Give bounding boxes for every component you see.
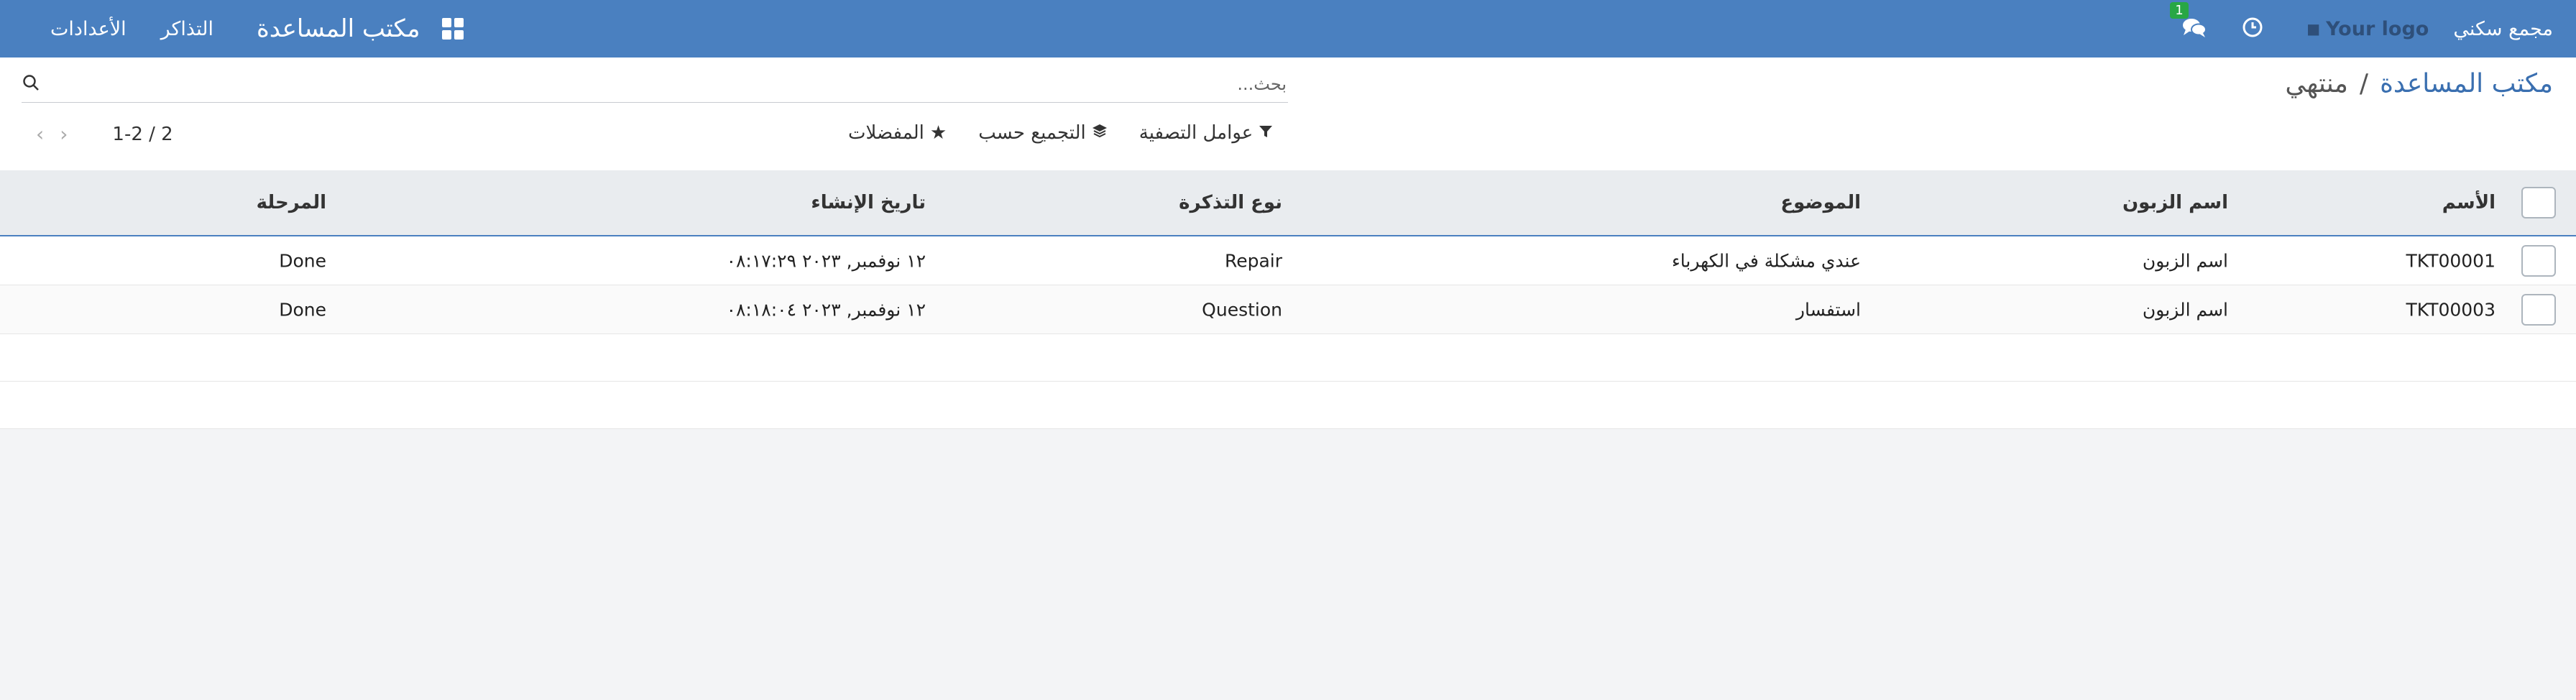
chat-icon [2183,19,2207,37]
search-bar [22,66,1288,103]
logo-icon: ■ [2306,20,2321,37]
header-name[interactable]: الأسم [2442,192,2496,213]
empty-row [0,382,2576,429]
menu-tickets[interactable]: التذاكر [161,18,213,40]
clock-icon[interactable] [2242,17,2263,41]
filter-icon [1259,122,1273,144]
cell-customer: اسم الزبون [2142,299,2228,320]
pager-value[interactable]: 1-2 / 2 [112,124,172,145]
app-name[interactable]: مكتب المساعدة [257,14,420,43]
header-customer[interactable]: اسم الزبون [2122,192,2228,213]
cell-ticket-type: Repair [1224,250,1282,271]
header-created[interactable]: تاريخ الإنشاء [811,192,926,213]
header-subject[interactable]: الموضوع [1780,192,1861,213]
chat-badge: 1 [2170,2,2189,19]
breadcrumb-separator: / [2359,69,2369,98]
header-ticket-type[interactable]: نوع التذكرة [1179,192,1282,213]
apps-grid-icon[interactable] [441,18,464,40]
table-header: الأسم اسم الزبون الموضوع نوع التذكرة تار… [0,170,2576,236]
filters-label: عوامل التصفية [1138,122,1254,144]
navbar-main-menu: مكتب المساعدة التذاكر الأعدادات [16,14,464,43]
pager-next-icon[interactable]: › [60,122,68,146]
pager: ‹ › 1-2 / 2 [36,122,173,146]
groupby-button[interactable]: التجميع حسب [978,122,1108,144]
cell-name: TKT00001 [2406,250,2496,271]
cell-customer: اسم الزبون [2142,250,2228,271]
layers-icon [1092,122,1108,144]
cell-created: ١٢ نوفمبر, ٢٠٢٣ ٠٨:١٨:٠٤ [726,299,926,320]
cell-ticket-type: Question [1202,299,1282,320]
logo-text: Your logo [2326,17,2429,40]
empty-row [0,334,2576,382]
menu-settings[interactable]: الأعدادات [50,18,126,40]
cell-name: TKT00003 [2406,299,2496,320]
favorites-button[interactable]: ★ المفضلات [848,122,947,144]
top-navbar: مكتب المساعدة التذاكر الأعدادات مجمع سكن… [0,0,2576,57]
cell-subject: استفسار [1795,299,1861,320]
tickets-list: الأسم اسم الزبون الموضوع نوع التذكرة تار… [0,170,2576,429]
cell-created: ١٢ نوفمبر, ٢٠٢٣ ٠٨:١٧:٢٩ [726,250,926,271]
messaging-menu[interactable]: 1 [2170,2,2207,41]
pager-previous-icon[interactable]: ‹ [36,122,44,146]
search-icon[interactable] [22,73,40,95]
breadcrumb-parent[interactable]: مكتب المساعدة [2380,69,2553,98]
groupby-label: التجميع حسب [978,122,1086,144]
row-checkbox[interactable] [2521,244,2556,277]
select-all-checkbox[interactable] [2521,187,2556,218]
filters-button[interactable]: عوامل التصفية [1139,122,1274,144]
cell-stage: Done [279,299,326,320]
navbar-systray: مجمع سكني ■ Your logo 1 [2170,2,2553,41]
row-checkbox[interactable] [2521,293,2556,326]
header-stage[interactable]: المرحلة [257,192,326,213]
search-options: عوامل التصفية التجميع حسب ★ المفضلات [848,122,1273,144]
table-row[interactable]: TKT00001 اسم الزبون عندي مشكلة في الكهرب… [0,236,2576,285]
search-input[interactable] [78,73,1288,95]
favorites-label: المفضلات [848,122,924,144]
control-panel: مكتب المساعدة / منتهي عوامل التصفية التج… [0,57,2576,171]
breadcrumb-current: منتهي [2285,69,2348,98]
table-row[interactable]: TKT00003 اسم الزبون استفسار Question ١٢ … [0,285,2576,334]
company-logo: ■ Your logo [2306,18,2429,40]
company-switcher[interactable]: مجمع سكني [2453,18,2553,40]
cell-subject: عندي مشكلة في الكهرباء [1672,250,1861,271]
breadcrumb: مكتب المساعدة / منتهي [2285,69,2553,98]
cell-stage: Done [279,250,326,271]
star-icon: ★ [929,122,947,144]
